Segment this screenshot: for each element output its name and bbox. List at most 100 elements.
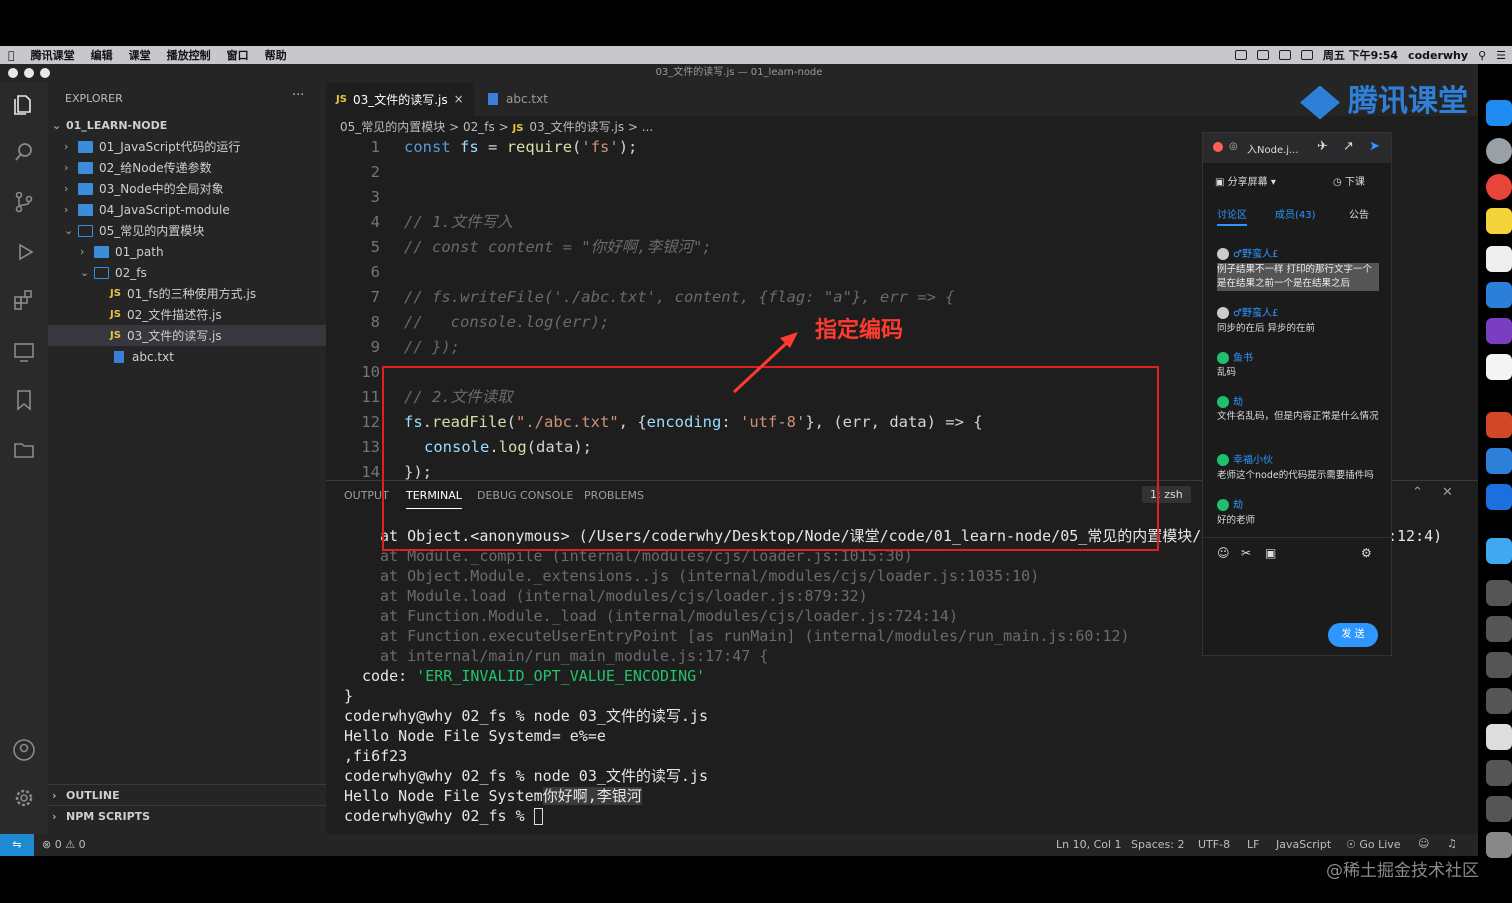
tree-folder[interactable]: › 04_JavaScript-module bbox=[48, 199, 326, 220]
menu-class[interactable]: 课堂 bbox=[121, 47, 159, 63]
finder-icon[interactable] bbox=[1486, 100, 1512, 126]
notifications-bell-icon[interactable]: ♫ bbox=[1447, 837, 1457, 850]
menu-edit[interactable]: 编辑 bbox=[83, 47, 121, 63]
menu-app[interactable]: 腾讯课堂 bbox=[23, 47, 83, 63]
bookmark-icon[interactable] bbox=[12, 388, 36, 412]
send-button[interactable]: 发 送 bbox=[1328, 623, 1378, 647]
menu-help[interactable]: 帮助 bbox=[257, 47, 295, 63]
screen-icon[interactable] bbox=[1234, 50, 1247, 60]
window-thumbnail-icon[interactable] bbox=[1486, 616, 1512, 642]
breadcrumb-item[interactable]: 02_fs bbox=[463, 120, 495, 134]
end-class-button[interactable]: ◷ 下课 bbox=[1333, 173, 1365, 188]
powerpoint-icon[interactable] bbox=[1486, 412, 1512, 438]
tray-icon[interactable] bbox=[1256, 50, 1269, 60]
zoom-window-button[interactable] bbox=[40, 68, 50, 78]
menu-window[interactable]: 窗口 bbox=[219, 47, 257, 63]
tree-folder[interactable]: › 01_path bbox=[48, 241, 326, 262]
window-thumbnail-icon[interactable] bbox=[1486, 724, 1512, 750]
close-window-button[interactable] bbox=[8, 68, 18, 78]
tab-abc-txt[interactable]: abc.txt bbox=[478, 82, 558, 116]
outline-section[interactable]: › OUTLINE bbox=[48, 784, 326, 805]
cursor-position[interactable]: Ln 10, Col 1 bbox=[1056, 838, 1122, 851]
settings-icon[interactable]: ⚙ bbox=[1361, 546, 1372, 560]
tab-announcement[interactable]: 公告 bbox=[1349, 206, 1369, 221]
window-thumbnail-icon[interactable] bbox=[1486, 652, 1512, 678]
folder-icon[interactable] bbox=[1486, 538, 1512, 564]
launchpad-icon[interactable] bbox=[1486, 138, 1512, 164]
tree-file-active[interactable]: JS 03_文件的读写.js bbox=[48, 325, 326, 346]
screen-recorder-icon[interactable] bbox=[1486, 484, 1512, 510]
tab-active-file[interactable]: JS 03_文件的读写.js × bbox=[326, 82, 474, 116]
tree-folder[interactable]: › 01_JavaScript代码的运行 bbox=[48, 136, 326, 157]
vscode-icon[interactable] bbox=[1486, 282, 1512, 308]
airplane-icon[interactable]: ✈ bbox=[1317, 139, 1328, 154]
problems-count[interactable]: ⊗ 0 ⚠ 0 bbox=[42, 838, 86, 851]
indentation[interactable]: Spaces: 2 bbox=[1131, 838, 1184, 851]
tree-folder[interactable]: › 03_Node中的全局对象 bbox=[48, 178, 326, 199]
chrome-icon[interactable] bbox=[1486, 174, 1512, 200]
grid-icon[interactable] bbox=[1278, 50, 1291, 60]
close-panel-icon[interactable]: ✕ bbox=[1442, 485, 1453, 500]
tree-folder[interactable]: ⌄ 02_fs bbox=[48, 262, 326, 283]
extensions-icon[interactable] bbox=[12, 288, 36, 312]
emoji-icon[interactable]: ☺ bbox=[1217, 546, 1230, 560]
file-encoding[interactable]: UTF-8 bbox=[1198, 838, 1230, 851]
tab-discussion[interactable]: 讨论区 bbox=[1217, 206, 1247, 226]
search-icon[interactable]: ⚲ bbox=[1478, 49, 1486, 62]
npm-scripts-section[interactable]: › NPM SCRIPTS bbox=[48, 805, 326, 826]
breadcrumb-item[interactable]: 05_常见的内置模块 bbox=[340, 120, 445, 134]
window-thumbnail-icon[interactable] bbox=[1486, 760, 1512, 786]
share-out-icon[interactable]: ↗ bbox=[1343, 139, 1354, 154]
close-chat-button[interactable] bbox=[1213, 142, 1223, 152]
tree-folder[interactable]: › 02_给Node传递参数 bbox=[48, 157, 326, 178]
maximize-panel-icon[interactable]: ⌃ bbox=[1412, 485, 1423, 500]
typora-icon[interactable] bbox=[1486, 354, 1512, 380]
settings-gear-icon[interactable] bbox=[12, 786, 36, 810]
apple-icon[interactable]:  bbox=[0, 49, 23, 62]
window-thumbnail-icon[interactable] bbox=[1486, 796, 1512, 822]
tree-file[interactable]: JS 01_fs的三种使用方式.js bbox=[48, 283, 326, 304]
breadcrumb-item[interactable]: ... bbox=[642, 120, 653, 134]
chevron-right-icon: › bbox=[64, 161, 69, 174]
datetime[interactable]: 周五 下午9:54 bbox=[1323, 47, 1398, 63]
feedback-icon[interactable]: ☺ bbox=[1418, 837, 1429, 850]
window-thumbnail-icon[interactable] bbox=[1486, 688, 1512, 714]
more-actions-icon[interactable]: ··· bbox=[292, 88, 304, 103]
menu-playback[interactable]: 播放控制 bbox=[159, 47, 219, 63]
run-debug-icon[interactable] bbox=[12, 240, 36, 264]
close-tab-icon[interactable]: × bbox=[454, 92, 464, 106]
workspace-root[interactable]: ⌄ 01_LEARN-NODE bbox=[48, 115, 326, 136]
pin-icon[interactable]: ➤ bbox=[1369, 139, 1380, 154]
tencent-classroom-icon[interactable] bbox=[1486, 448, 1512, 474]
project-manager-icon[interactable] bbox=[12, 438, 36, 462]
chat-window-icon[interactable]: ◎ bbox=[1229, 141, 1238, 152]
accounts-icon[interactable] bbox=[12, 738, 36, 762]
tree-file[interactable]: abc.txt bbox=[48, 346, 326, 367]
image-icon[interactable]: ▣ bbox=[1265, 546, 1276, 560]
window-thumbnail-icon[interactable] bbox=[1486, 580, 1512, 606]
scissors-icon[interactable]: ✂ bbox=[1241, 546, 1251, 560]
minimize-window-button[interactable] bbox=[24, 68, 34, 78]
menubar-user[interactable]: coderwhy bbox=[1408, 49, 1468, 62]
explorer-icon[interactable] bbox=[12, 92, 36, 116]
language-mode[interactable]: JavaScript bbox=[1276, 838, 1331, 851]
wifi-icon[interactable] bbox=[1300, 50, 1313, 60]
tab-members[interactable]: 成员(43) bbox=[1275, 206, 1316, 221]
remote-indicator-icon[interactable]: ⇋ bbox=[0, 834, 34, 856]
notes-icon[interactable] bbox=[1486, 208, 1512, 234]
trash-icon[interactable] bbox=[1486, 832, 1512, 858]
go-live-button[interactable]: ☉ Go Live bbox=[1346, 838, 1401, 851]
breadcrumb-item[interactable]: 03_文件的读写.js bbox=[529, 120, 624, 134]
tree-file[interactable]: JS 02_文件描述符.js bbox=[48, 304, 326, 325]
source-control-icon[interactable] bbox=[12, 190, 36, 214]
control-center-icon[interactable]: ☰ bbox=[1496, 49, 1506, 62]
line-ending[interactable]: LF bbox=[1247, 838, 1259, 851]
tree-folder[interactable]: ⌄ 05_常见的内置模块 bbox=[48, 220, 326, 241]
text-file-icon bbox=[114, 350, 124, 363]
remote-explorer-icon[interactable] bbox=[12, 340, 36, 364]
share-screen-button[interactable]: ▣ 分享屏幕 ▾ bbox=[1215, 173, 1276, 188]
chat-input-area[interactable]: ☺ ✂ ▣ ⚙ bbox=[1203, 537, 1391, 560]
calendar-icon[interactable] bbox=[1486, 246, 1512, 272]
onenote-icon[interactable] bbox=[1486, 318, 1512, 344]
search-icon[interactable] bbox=[12, 140, 36, 164]
